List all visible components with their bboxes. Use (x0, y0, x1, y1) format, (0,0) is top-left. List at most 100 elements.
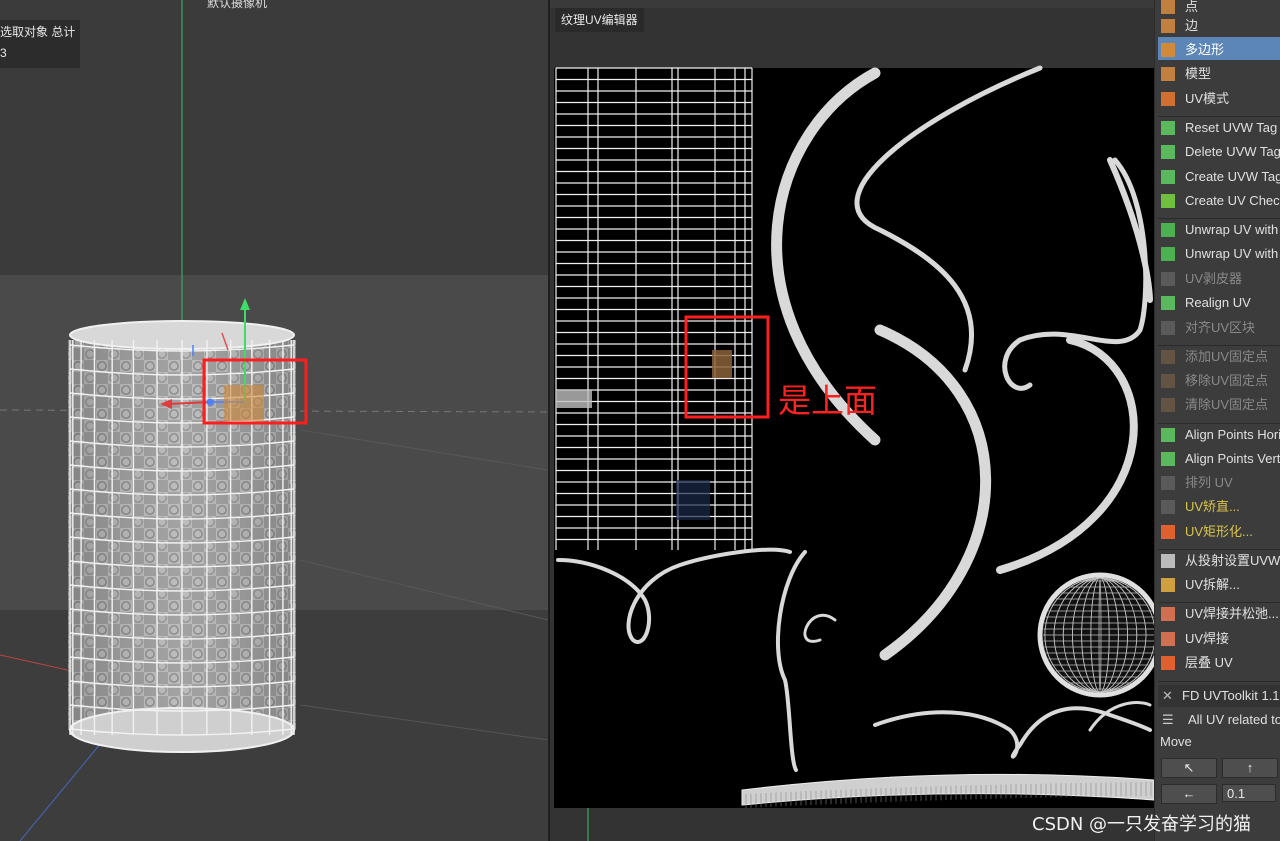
checker-icon (1161, 144, 1175, 159)
tool-item-weld[interactable]: UV焊接 (1158, 626, 1280, 649)
tool-item-label: Reset UVW Tag (1185, 120, 1278, 136)
tool-item-label: 点 (1185, 0, 1199, 15)
tool-item-label: 模型 (1185, 66, 1212, 82)
plugin-description: All UV related tools (1188, 712, 1280, 727)
tool-item-label: 从投射设置UVW... (1185, 553, 1280, 569)
plugin-description-row[interactable]: ☰ All UV related tools (1158, 709, 1280, 731)
3d-viewport[interactable]: 选取对象 总计 3 默认摄像机 (0, 0, 548, 841)
tool-item-label: 移除UV固定点 (1185, 373, 1269, 389)
point-mode-icon (1161, 0, 1175, 14)
move-left-button[interactable]: ← (1161, 784, 1217, 804)
rectangle-icon (1161, 524, 1175, 539)
tool-item-label: UV矩形化... (1185, 524, 1253, 540)
tool-item-uv-mode[interactable]: UV模式 (1158, 86, 1280, 109)
plugin-title: FD UVToolkit 1.1 (1182, 688, 1280, 703)
tool-item-straighten[interactable]: UV矫直... (1158, 494, 1280, 517)
pin-add-icon (1161, 349, 1175, 364)
tool-item-label: Unwrap UV with ABF (1185, 246, 1280, 262)
viewport-scene (0, 0, 548, 841)
tool-item-label: Align Points Horizontally (1185, 427, 1280, 443)
arrange-icon (1161, 475, 1175, 490)
tool-item-abf[interactable]: Unwrap UV with ABF (1158, 241, 1280, 264)
tool-item-pin-add[interactable]: 添加UV固定点 (1158, 344, 1280, 367)
tool-item-label: UV焊接 (1185, 631, 1230, 647)
polygon-mode-icon (1161, 42, 1175, 57)
tool-item-pin-remove[interactable]: 移除UV固定点 (1158, 368, 1280, 391)
move-up-button[interactable]: ↑ (1222, 758, 1278, 778)
selection-info-hud: 选取对象 总计 3 (0, 20, 80, 68)
tool-item-checker[interactable]: Reset UVW Tag (1158, 115, 1280, 138)
tool-item-stack[interactable]: 层叠 UV (1158, 650, 1280, 673)
realign-icon (1161, 295, 1175, 310)
tool-item-label: Unwrap UV with LSCM (1185, 222, 1280, 238)
tool-item-peeler[interactable]: UV剥皮器 (1158, 266, 1280, 289)
tool-item-label: UV模式 (1185, 91, 1230, 107)
tool-item-weld-relax[interactable]: UV焊接并松弛... (1158, 601, 1280, 624)
annotation-text: 是上面 (778, 381, 877, 420)
abf-icon (1161, 246, 1175, 261)
hud-value: 3 (0, 46, 7, 60)
tool-item-pin-clear[interactable]: 清除UV固定点 (1158, 392, 1280, 415)
align-v-icon (1161, 451, 1175, 466)
plugin-header: ✕ FD UVToolkit 1.1 (1158, 685, 1280, 707)
tool-item-label: 多边形 (1185, 42, 1225, 58)
tool-item-label: Align Points Vertically (1185, 451, 1280, 467)
tool-item-label: Delete UVW Tag (1185, 144, 1280, 160)
tool-item-model-mode[interactable]: 模型 (1158, 61, 1280, 84)
edge-mode-icon (1161, 18, 1175, 33)
checker-icon (1161, 120, 1175, 135)
tool-item-realign[interactable]: Realign UV (1158, 290, 1280, 313)
projection-icon (1161, 553, 1175, 568)
tool-item-checker[interactable]: Delete UVW Tag (1158, 139, 1280, 162)
tool-item-checker[interactable]: Create UVW Tag (1158, 164, 1280, 187)
move-up-left-button[interactable]: ↖ (1161, 758, 1217, 778)
tool-item-label: 层叠 UV (1185, 655, 1233, 671)
model-mode-icon (1161, 66, 1175, 81)
pin-clear-icon (1161, 397, 1175, 412)
tool-item-label: UV拆解... (1185, 577, 1240, 593)
tool-item-label: Create UV Check (1185, 193, 1280, 209)
uv-editor-pane[interactable]: 纹理UV编辑器 是上面 (550, 0, 1154, 841)
lscm-icon (1161, 222, 1175, 237)
hud-label: 选取对象 总计 (0, 25, 76, 39)
tool-item-label: 排列 UV (1185, 475, 1233, 491)
camera-label[interactable]: 默认摄像机 (207, 0, 267, 11)
pin-remove-icon (1161, 373, 1175, 388)
move-label: Move (1160, 734, 1192, 749)
weld-icon (1161, 631, 1175, 646)
tool-item-label: 对齐UV区块 (1185, 320, 1256, 336)
tool-item-label: Create UVW Tag (1185, 169, 1280, 185)
tool-item-label: 添加UV固定点 (1185, 349, 1269, 365)
tool-item-sphere[interactable]: Create UV Check (1158, 188, 1280, 211)
tool-item-unwrap[interactable]: UV拆解... (1158, 572, 1280, 595)
checker-icon (1161, 169, 1175, 184)
tool-item-polygon-mode[interactable]: 多边形 (1158, 37, 1280, 60)
uv-sphere-island (1037, 572, 1154, 698)
tool-item-label: Realign UV (1185, 295, 1251, 311)
weld-relax-icon (1161, 606, 1175, 621)
uv-editor-title: 纹理UV编辑器 (555, 8, 644, 32)
uv-mode-icon (1161, 91, 1175, 106)
tool-item-edge-mode[interactable]: 边 (1158, 13, 1280, 36)
tool-item-align-island[interactable]: 对齐UV区块 (1158, 315, 1280, 338)
tool-item-label: 清除UV固定点 (1185, 397, 1269, 413)
tool-item-arrange[interactable]: 排列 UV (1158, 470, 1280, 493)
tool-item-lscm[interactable]: Unwrap UV with LSCM (1158, 217, 1280, 240)
tool-item-align-v[interactable]: Align Points Vertically (1158, 446, 1280, 469)
tool-item-rectangle[interactable]: UV矩形化... (1158, 519, 1280, 542)
tool-item-projection[interactable]: 从投射设置UVW... (1158, 548, 1280, 571)
tool-item-align-h[interactable]: Align Points Horizontally (1158, 422, 1280, 445)
step-input[interactable]: 0.1 (1222, 784, 1276, 802)
align-h-icon (1161, 427, 1175, 442)
close-icon[interactable]: ✕ (1162, 685, 1176, 707)
tool-item-label: UV焊接并松弛... (1185, 606, 1279, 622)
peeler-icon (1161, 271, 1175, 286)
tool-item-label: UV矫直... (1185, 499, 1240, 515)
stack-icon (1161, 655, 1175, 670)
tool-item-label: UV剥皮器 (1185, 271, 1243, 287)
unwrap-icon (1161, 577, 1175, 592)
straighten-icon (1161, 499, 1175, 514)
menu-icon[interactable]: ☰ (1162, 709, 1180, 731)
panel-separator (1158, 681, 1280, 682)
sphere-icon (1161, 193, 1175, 208)
